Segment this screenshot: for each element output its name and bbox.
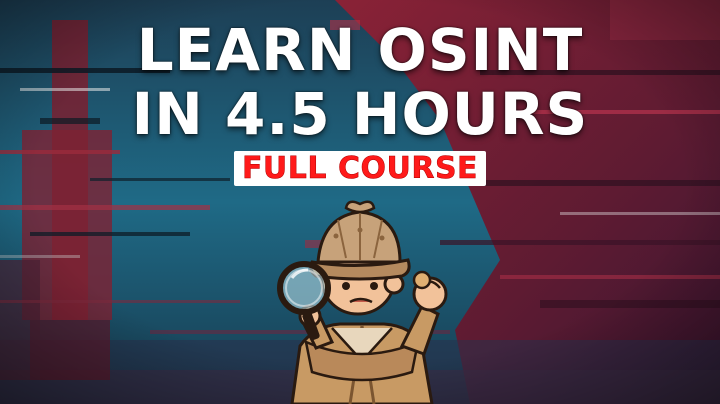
title-line-1: LEARN OSINT bbox=[136, 16, 584, 84]
video-title: LEARN OSINT IN 4.5 HOURS bbox=[0, 18, 720, 146]
title-line-2: IN 4.5 HOURS bbox=[131, 80, 589, 148]
detective-with-magnifying-glass-icon bbox=[277, 200, 448, 404]
video-thumbnail[interactable]: LEARN OSINT IN 4.5 HOURS FULL COURSE bbox=[0, 0, 720, 404]
subtitle-text: FULL COURSE bbox=[233, 151, 487, 186]
subtitle-banner: FULL COURSE bbox=[0, 149, 720, 189]
